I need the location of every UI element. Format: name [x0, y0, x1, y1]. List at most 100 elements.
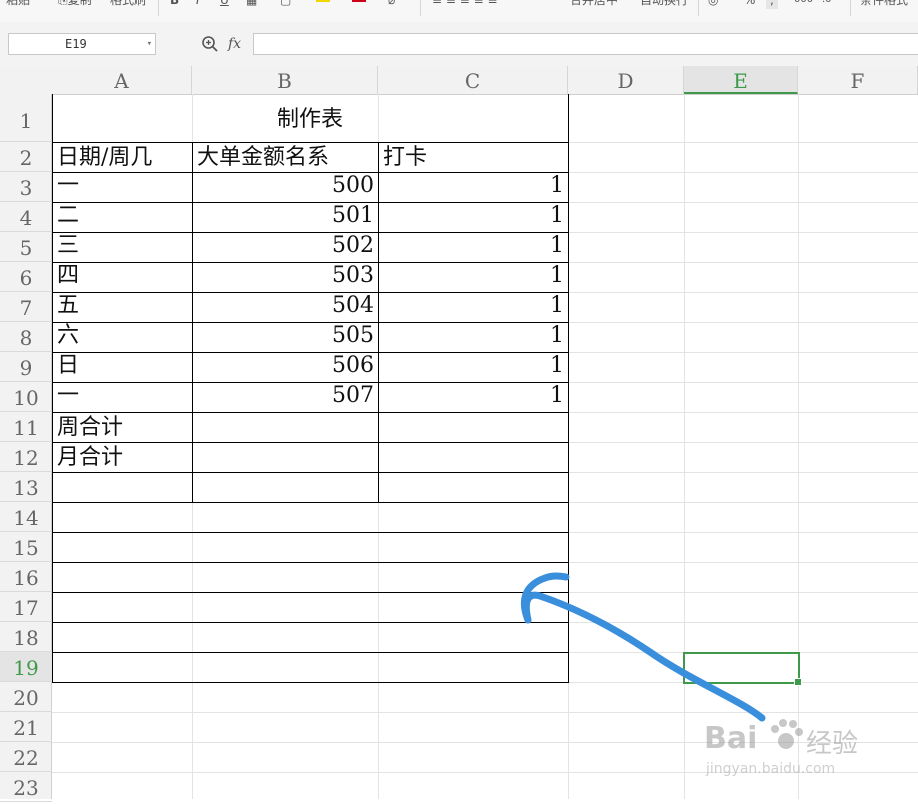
formula-input[interactable] [253, 33, 918, 55]
row-header-14[interactable]: 14 [0, 502, 52, 532]
italic-button[interactable]: I [196, 0, 200, 9]
increase-decimal-button[interactable]: 000 [794, 0, 813, 9]
row-header-20[interactable]: 20 [0, 682, 52, 712]
fx-icon[interactable]: fx [228, 35, 241, 53]
day-cell[interactable]: 三 [57, 231, 79, 261]
cell-icon[interactable]: ▢ [280, 0, 291, 9]
row-header-16[interactable]: 16 [0, 562, 52, 592]
day-cell[interactable]: 一 [57, 171, 79, 201]
header-check[interactable]: 打卡 [383, 143, 427, 173]
row-header-22[interactable]: 22 [0, 742, 52, 772]
zoom-icon[interactable] [201, 35, 219, 53]
day-cell[interactable]: 六 [57, 321, 79, 351]
selected-cell-e19[interactable] [683, 652, 802, 686]
row-header-5[interactable]: 5 [0, 232, 52, 262]
row-header-2[interactable]: 2 [0, 142, 52, 172]
chevron-down-icon[interactable]: ▾ [147, 34, 152, 54]
check-cell[interactable]: 1 [378, 201, 564, 231]
table-title[interactable]: 制作表 [52, 105, 568, 135]
border-vertical [568, 94, 569, 683]
check-cell[interactable]: 1 [378, 321, 564, 351]
amount-cell[interactable]: 501 [192, 201, 374, 231]
header-date[interactable]: 日期/周几 [57, 143, 152, 173]
copy-button[interactable]: ⎘复制 [58, 0, 92, 9]
thousands-button[interactable]: , [766, 0, 778, 9]
row-header-19[interactable]: 19 [0, 652, 52, 682]
column-header-a[interactable]: A [52, 66, 192, 94]
row-header-11[interactable]: 11 [0, 412, 52, 442]
decrease-decimal-icon[interactable]: .0 [822, 0, 832, 9]
column-header-e[interactable]: E [684, 66, 798, 94]
percent-button[interactable]: % [744, 0, 755, 9]
clear-icon[interactable]: ⌀ [388, 0, 395, 9]
row-header-23[interactable]: 23 [0, 772, 52, 802]
row-header-21[interactable]: 21 [0, 712, 52, 742]
row-header-15[interactable]: 15 [0, 532, 52, 562]
row-headers: 1 2 3 4 5 6 7 8 9 10 11 12 13 14 15 16 17 18 19 20 21 22 23 [0, 94, 52, 802]
day-cell[interactable]: 四 [57, 261, 79, 291]
amount-cell[interactable]: 502 [192, 231, 374, 261]
row-header-17[interactable]: 17 [0, 592, 52, 622]
row-header-18[interactable]: 18 [0, 622, 52, 652]
merge-center-button[interactable]: 合并居中 [570, 0, 618, 9]
watermark-brand2: 经验 [806, 729, 859, 759]
row-header-6[interactable]: 6 [0, 262, 52, 292]
align-icons[interactable]: ≡ ≡ ≡ ≡ ≡ [432, 0, 498, 9]
amount-cell[interactable]: 506 [192, 351, 374, 381]
row-header-4[interactable]: 4 [0, 202, 52, 232]
ribbon-separator [698, 0, 699, 16]
column-header-f[interactable]: F [798, 66, 918, 94]
gridline-vertical [684, 94, 685, 799]
underline-button[interactable]: U [220, 0, 229, 9]
check-cell[interactable]: 1 [378, 261, 564, 291]
amount-cell[interactable]: 507 [192, 381, 374, 411]
check-cell[interactable]: 1 [378, 351, 564, 381]
day-cell[interactable]: 五 [57, 291, 79, 321]
check-cell[interactable]: 1 [378, 381, 564, 411]
fill-handle[interactable] [794, 678, 802, 686]
font-color-icon[interactable] [352, 0, 366, 2]
watermark-brand: Bai [704, 721, 758, 756]
check-cell[interactable]: 1 [378, 231, 564, 261]
day-cell[interactable]: 一 [57, 381, 79, 411]
amount-cell[interactable]: 500 [192, 171, 374, 201]
format-painter-button[interactable]: 格式刷 [110, 0, 146, 9]
header-amount[interactable]: 大单金额名系 [197, 143, 329, 173]
ribbon-toolbar: 粘贴 ⎘复制 格式刷 B I U ▦ ▢ ⌀ ≡ ≡ ≡ ≡ ≡ 合并居中 自动… [0, 0, 918, 23]
day-cell[interactable]: 日 [57, 351, 79, 381]
month-total-label[interactable]: 月合计 [57, 443, 123, 473]
border-horizontal [52, 412, 569, 413]
border-horizontal [52, 622, 569, 623]
conditional-format-button[interactable]: 条件格式 [860, 0, 908, 9]
currency-icon[interactable]: ◎ [708, 0, 718, 9]
gridline-vertical [798, 94, 799, 799]
check-cell[interactable]: 1 [378, 171, 564, 201]
column-header-d[interactable]: D [568, 66, 684, 94]
border-horizontal [52, 652, 569, 653]
column-header-b[interactable]: B [192, 66, 378, 94]
border-icon[interactable]: ▦ [246, 0, 257, 9]
week-total-label[interactable]: 周合计 [57, 413, 123, 443]
row-header-9[interactable]: 9 [0, 352, 52, 382]
row-header-12[interactable]: 12 [0, 442, 52, 472]
column-header-c[interactable]: C [378, 66, 568, 94]
border-horizontal [52, 592, 569, 593]
row-header-10[interactable]: 10 [0, 382, 52, 412]
row-header-13[interactable]: 13 [0, 472, 52, 502]
bold-button[interactable]: B [170, 0, 179, 9]
name-box[interactable]: E19 ▾ [8, 33, 156, 55]
fill-color-icon[interactable] [316, 0, 330, 2]
row-header-7[interactable]: 7 [0, 292, 52, 322]
row-header-1[interactable]: 1 [0, 94, 52, 142]
baidu-watermark: Bai 经验 jingyan.baidu.com [704, 715, 874, 785]
amount-cell[interactable]: 504 [192, 291, 374, 321]
amount-cell[interactable]: 503 [192, 261, 374, 291]
cell-grid[interactable]: 制作表 日期/周几 大单金额名系 打卡 一 500 1 二 501 1 三 502 1 四 503 1… [52, 94, 918, 799]
check-cell[interactable]: 1 [378, 291, 564, 321]
wrap-text-button[interactable]: 自动换行 [640, 0, 688, 9]
row-header-3[interactable]: 3 [0, 172, 52, 202]
paste-button[interactable]: 粘贴 [6, 0, 30, 9]
amount-cell[interactable]: 505 [192, 321, 374, 351]
day-cell[interactable]: 二 [57, 201, 79, 231]
row-header-8[interactable]: 8 [0, 322, 52, 352]
